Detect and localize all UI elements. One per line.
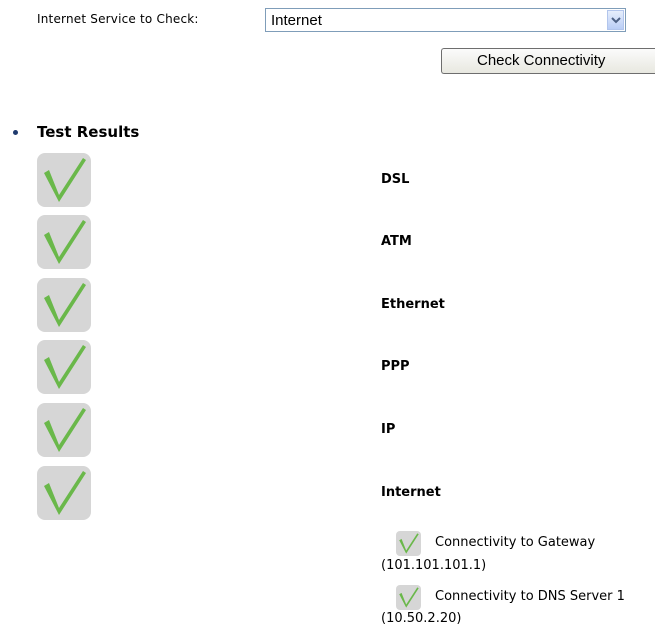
results-title: Test Results [37, 123, 140, 141]
checkmark-icon [37, 403, 91, 457]
subtest-value-gateway: (101.101.101.1) [381, 558, 487, 573]
checkmark-icon [37, 215, 91, 269]
dropdown-button[interactable] [607, 10, 624, 30]
service-select[interactable]: Internet [265, 8, 626, 32]
service-select-value: Internet [271, 12, 322, 29]
checkmark-icon [37, 278, 91, 332]
subtest-label-gateway: Connectivity to Gateway [435, 535, 596, 550]
subtest-value-dns: (10.50.2.20) [381, 611, 462, 626]
bullet-icon [13, 130, 18, 135]
test-label-atm: ATM [381, 234, 412, 249]
service-label: Internet Service to Check: [37, 12, 199, 26]
checkmark-icon [37, 340, 91, 394]
service-selector-row: Internet Service to Check: Internet [0, 0, 655, 40]
checkmark-icon [37, 153, 91, 207]
check-connectivity-button[interactable]: Check Connectivity [441, 48, 655, 74]
test-label-ethernet: Ethernet [381, 297, 445, 312]
test-label-internet: Internet [381, 485, 441, 500]
chevron-down-icon [611, 17, 621, 24]
checkmark-icon [396, 585, 421, 610]
checkmark-icon [396, 531, 421, 556]
checkmark-icon [37, 466, 91, 520]
test-label-ppp: PPP [381, 359, 410, 374]
test-label-ip: IP [381, 422, 396, 437]
subtest-label-dns: Connectivity to DNS Server 1 [435, 589, 625, 604]
test-label-dsl: DSL [381, 172, 410, 187]
